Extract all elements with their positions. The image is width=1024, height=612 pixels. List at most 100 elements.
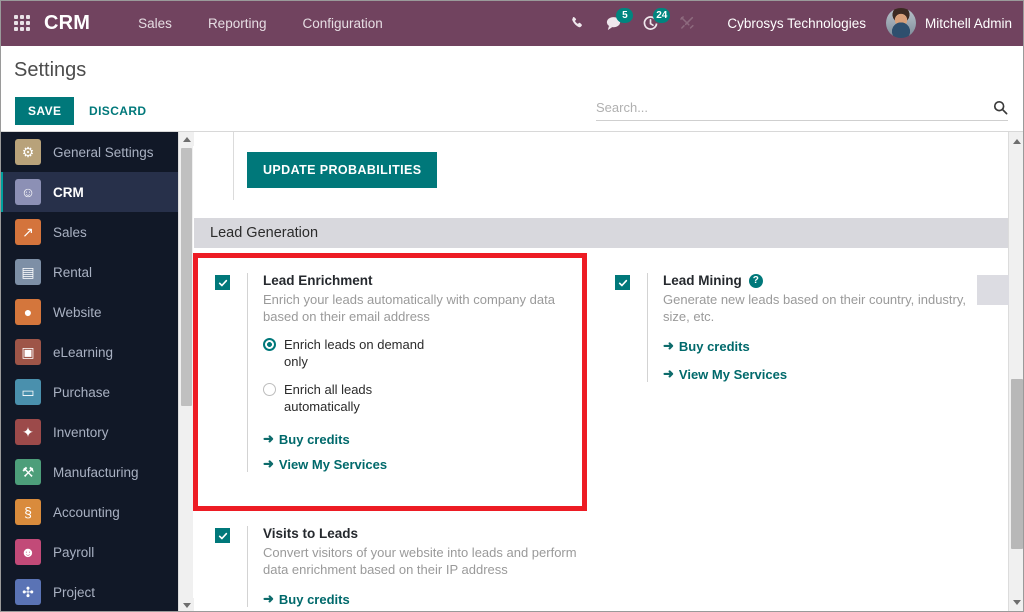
- phone-icon[interactable]: [570, 16, 585, 31]
- sidebar-item-label: eLearning: [53, 345, 113, 360]
- lead-mining-buy-credits-link[interactable]: ➜ Buy credits: [663, 338, 985, 354]
- sidebar-item-rental[interactable]: ▤ Rental: [0, 252, 178, 292]
- sidebar-item-label: Rental: [53, 265, 92, 280]
- sidebar-item-purchase[interactable]: ▭ Purchase: [0, 372, 178, 412]
- lead-mining-checkbox[interactable]: [615, 275, 630, 290]
- company-name[interactable]: Cybrosys Technologies: [727, 16, 866, 31]
- payroll-icon: ☻: [15, 539, 41, 565]
- content-scroll-down-icon[interactable]: [1009, 595, 1024, 610]
- sidebar-item-label: Inventory: [53, 425, 109, 440]
- radio-on-demand-label: Enrich leads on demand only: [284, 336, 424, 370]
- sidebar-item-sales[interactable]: ↗Sales: [0, 212, 178, 252]
- setting-lead-mining: Lead Mining ? Generate new leads based o…: [615, 273, 985, 382]
- divider: [233, 132, 234, 200]
- sidebar-item-website[interactable]: ● Website: [0, 292, 178, 332]
- content-scroll-up-icon[interactable]: [1009, 134, 1024, 149]
- arrow-right-icon: ➜: [663, 338, 674, 354]
- lead-enrichment-title: Lead Enrichment: [263, 273, 585, 288]
- sidebar-scrollbar[interactable]: [178, 132, 193, 612]
- discard-button[interactable]: DISCARD: [79, 97, 156, 125]
- visits-to-leads-title: Visits to Leads: [263, 526, 585, 541]
- radio-automatic-icon[interactable]: [263, 383, 276, 396]
- sidebar-item-label: General Settings: [53, 145, 154, 160]
- arrow-right-icon: ➜: [663, 366, 674, 382]
- activities-icon[interactable]: 24: [642, 15, 659, 32]
- elearning-icon: ▣: [15, 339, 41, 365]
- help-icon[interactable]: ?: [749, 274, 763, 288]
- sidebar-item-general-settings[interactable]: ⚙ General Settings: [0, 132, 178, 172]
- lead-mining-body: Lead Mining ? Generate new leads based o…: [647, 273, 985, 382]
- scroll-hover-strip: [977, 275, 1009, 305]
- visits-to-leads-buy-credits-link[interactable]: ➜ Buy credits: [263, 591, 585, 607]
- apps-grid-icon[interactable]: [14, 15, 30, 31]
- sidebar-item-project[interactable]: ✣ Project: [0, 572, 178, 612]
- lead-mining-title-text: Lead Mining: [663, 273, 742, 288]
- content-scroll-thumb[interactable]: [1011, 379, 1023, 549]
- wrench-icon: ⚒: [15, 459, 41, 485]
- content-scrollbar[interactable]: [1008, 132, 1024, 612]
- visits-to-leads-body: Visits to Leads Convert visitors of your…: [247, 526, 585, 607]
- sidebar-item-inventory[interactable]: ✦ Inventory: [0, 412, 178, 452]
- sidebar-item-label: Payroll: [53, 545, 94, 560]
- tools-icon[interactable]: [679, 15, 695, 31]
- sidebar-item-payroll[interactable]: ☻ Payroll: [0, 532, 178, 572]
- lead-enrichment-description: Enrich your leads automatically with com…: [263, 291, 585, 325]
- app-brand[interactable]: CRM: [44, 12, 90, 35]
- rental-icon: ▤: [15, 259, 41, 285]
- settings-sidebar[interactable]: ⚙ General Settings ☺CRM↗Sales ▤ Rental ● Websi…: [0, 132, 178, 612]
- lead-enrichment-body: Lead Enrichment Enrich your leads automa…: [247, 273, 585, 472]
- accounting-icon: §: [15, 499, 41, 525]
- inventory-icon: ✦: [15, 419, 41, 445]
- menu-reporting[interactable]: Reporting: [190, 16, 285, 31]
- lead-enrichment-buy-credits-link[interactable]: ➜ Buy credits: [263, 431, 585, 447]
- lead-enrichment-view-services-link[interactable]: ➜ View My Services: [263, 456, 585, 472]
- arrow-right-icon: ➜: [263, 456, 274, 472]
- sidebar-item-label: Project: [53, 585, 95, 600]
- lead-enrichment-option-automatic[interactable]: Enrich all leads automatically: [263, 381, 585, 415]
- gear-icon: ⚙: [15, 139, 41, 165]
- sidebar-item-label: Sales: [53, 225, 87, 240]
- arrow-right-icon: ➜: [263, 431, 274, 447]
- lead-mining-view-services-link[interactable]: ➜ View My Services: [663, 366, 985, 382]
- sidebar-item-crm[interactable]: ☺CRM: [0, 172, 178, 212]
- sidebar-scroll-down-icon[interactable]: [179, 598, 194, 612]
- visits-to-leads-checkbox[interactable]: [215, 528, 230, 543]
- radio-on-demand-icon[interactable]: [263, 338, 276, 351]
- page-title: Settings: [14, 59, 86, 82]
- setting-lead-enrichment: Lead Enrichment Enrich your leads automa…: [215, 273, 585, 472]
- sidebar-item-label: Accounting: [53, 505, 120, 520]
- visits-to-leads-description: Convert visitors of your website into le…: [263, 544, 585, 578]
- sidebar-item-manufacturing[interactable]: ⚒Manufacturing: [0, 452, 178, 492]
- search-icon[interactable]: [993, 100, 1008, 115]
- lead-mining-title: Lead Mining ?: [663, 273, 985, 288]
- section-header-lead-generation: Lead Generation: [194, 218, 1008, 248]
- user-menu[interactable]: Mitchell Admin: [925, 16, 1012, 31]
- sidebar-scroll-up-icon[interactable]: [179, 132, 194, 146]
- messages-icon[interactable]: 5: [605, 15, 622, 32]
- radio-automatic-label: Enrich all leads automatically: [284, 381, 372, 415]
- menu-configuration[interactable]: Configuration: [284, 16, 400, 31]
- sidebar-item-elearning[interactable]: ▣ eLearning: [0, 332, 178, 372]
- sidebar-item-label: Website: [53, 305, 102, 320]
- lead-mining-description: Generate new leads based on their countr…: [663, 291, 985, 325]
- sidebar-scroll-thumb[interactable]: [181, 148, 192, 406]
- search-bar[interactable]: [596, 100, 1008, 121]
- settings-content: UPDATE PROBABILITIES Lead Generation Lea…: [194, 132, 1008, 612]
- menu-sales[interactable]: Sales: [120, 16, 190, 31]
- project-icon: ✣: [15, 579, 41, 605]
- avatar[interactable]: [886, 8, 916, 38]
- update-probabilities-button[interactable]: UPDATE PROBABILITIES: [247, 152, 437, 188]
- sidebar-item-accounting[interactable]: § Accounting: [0, 492, 178, 532]
- lead-enrichment-checkbox[interactable]: [215, 275, 230, 290]
- control-panel: Settings SAVE DISCARD: [0, 46, 1024, 132]
- purchase-icon: ▭: [15, 379, 41, 405]
- visits-to-leads-title-text: Visits to Leads: [263, 526, 358, 541]
- sidebar-item-label: Purchase: [53, 385, 110, 400]
- lead-enrichment-option-on-demand[interactable]: Enrich leads on demand only: [263, 336, 585, 370]
- save-button[interactable]: SAVE: [15, 97, 74, 125]
- lead-enrichment-title-text: Lead Enrichment: [263, 273, 373, 288]
- crm-icon: ☺: [15, 179, 41, 205]
- search-input[interactable]: [596, 100, 985, 115]
- messages-badge: 5: [616, 8, 633, 23]
- globe-icon: ●: [15, 299, 41, 325]
